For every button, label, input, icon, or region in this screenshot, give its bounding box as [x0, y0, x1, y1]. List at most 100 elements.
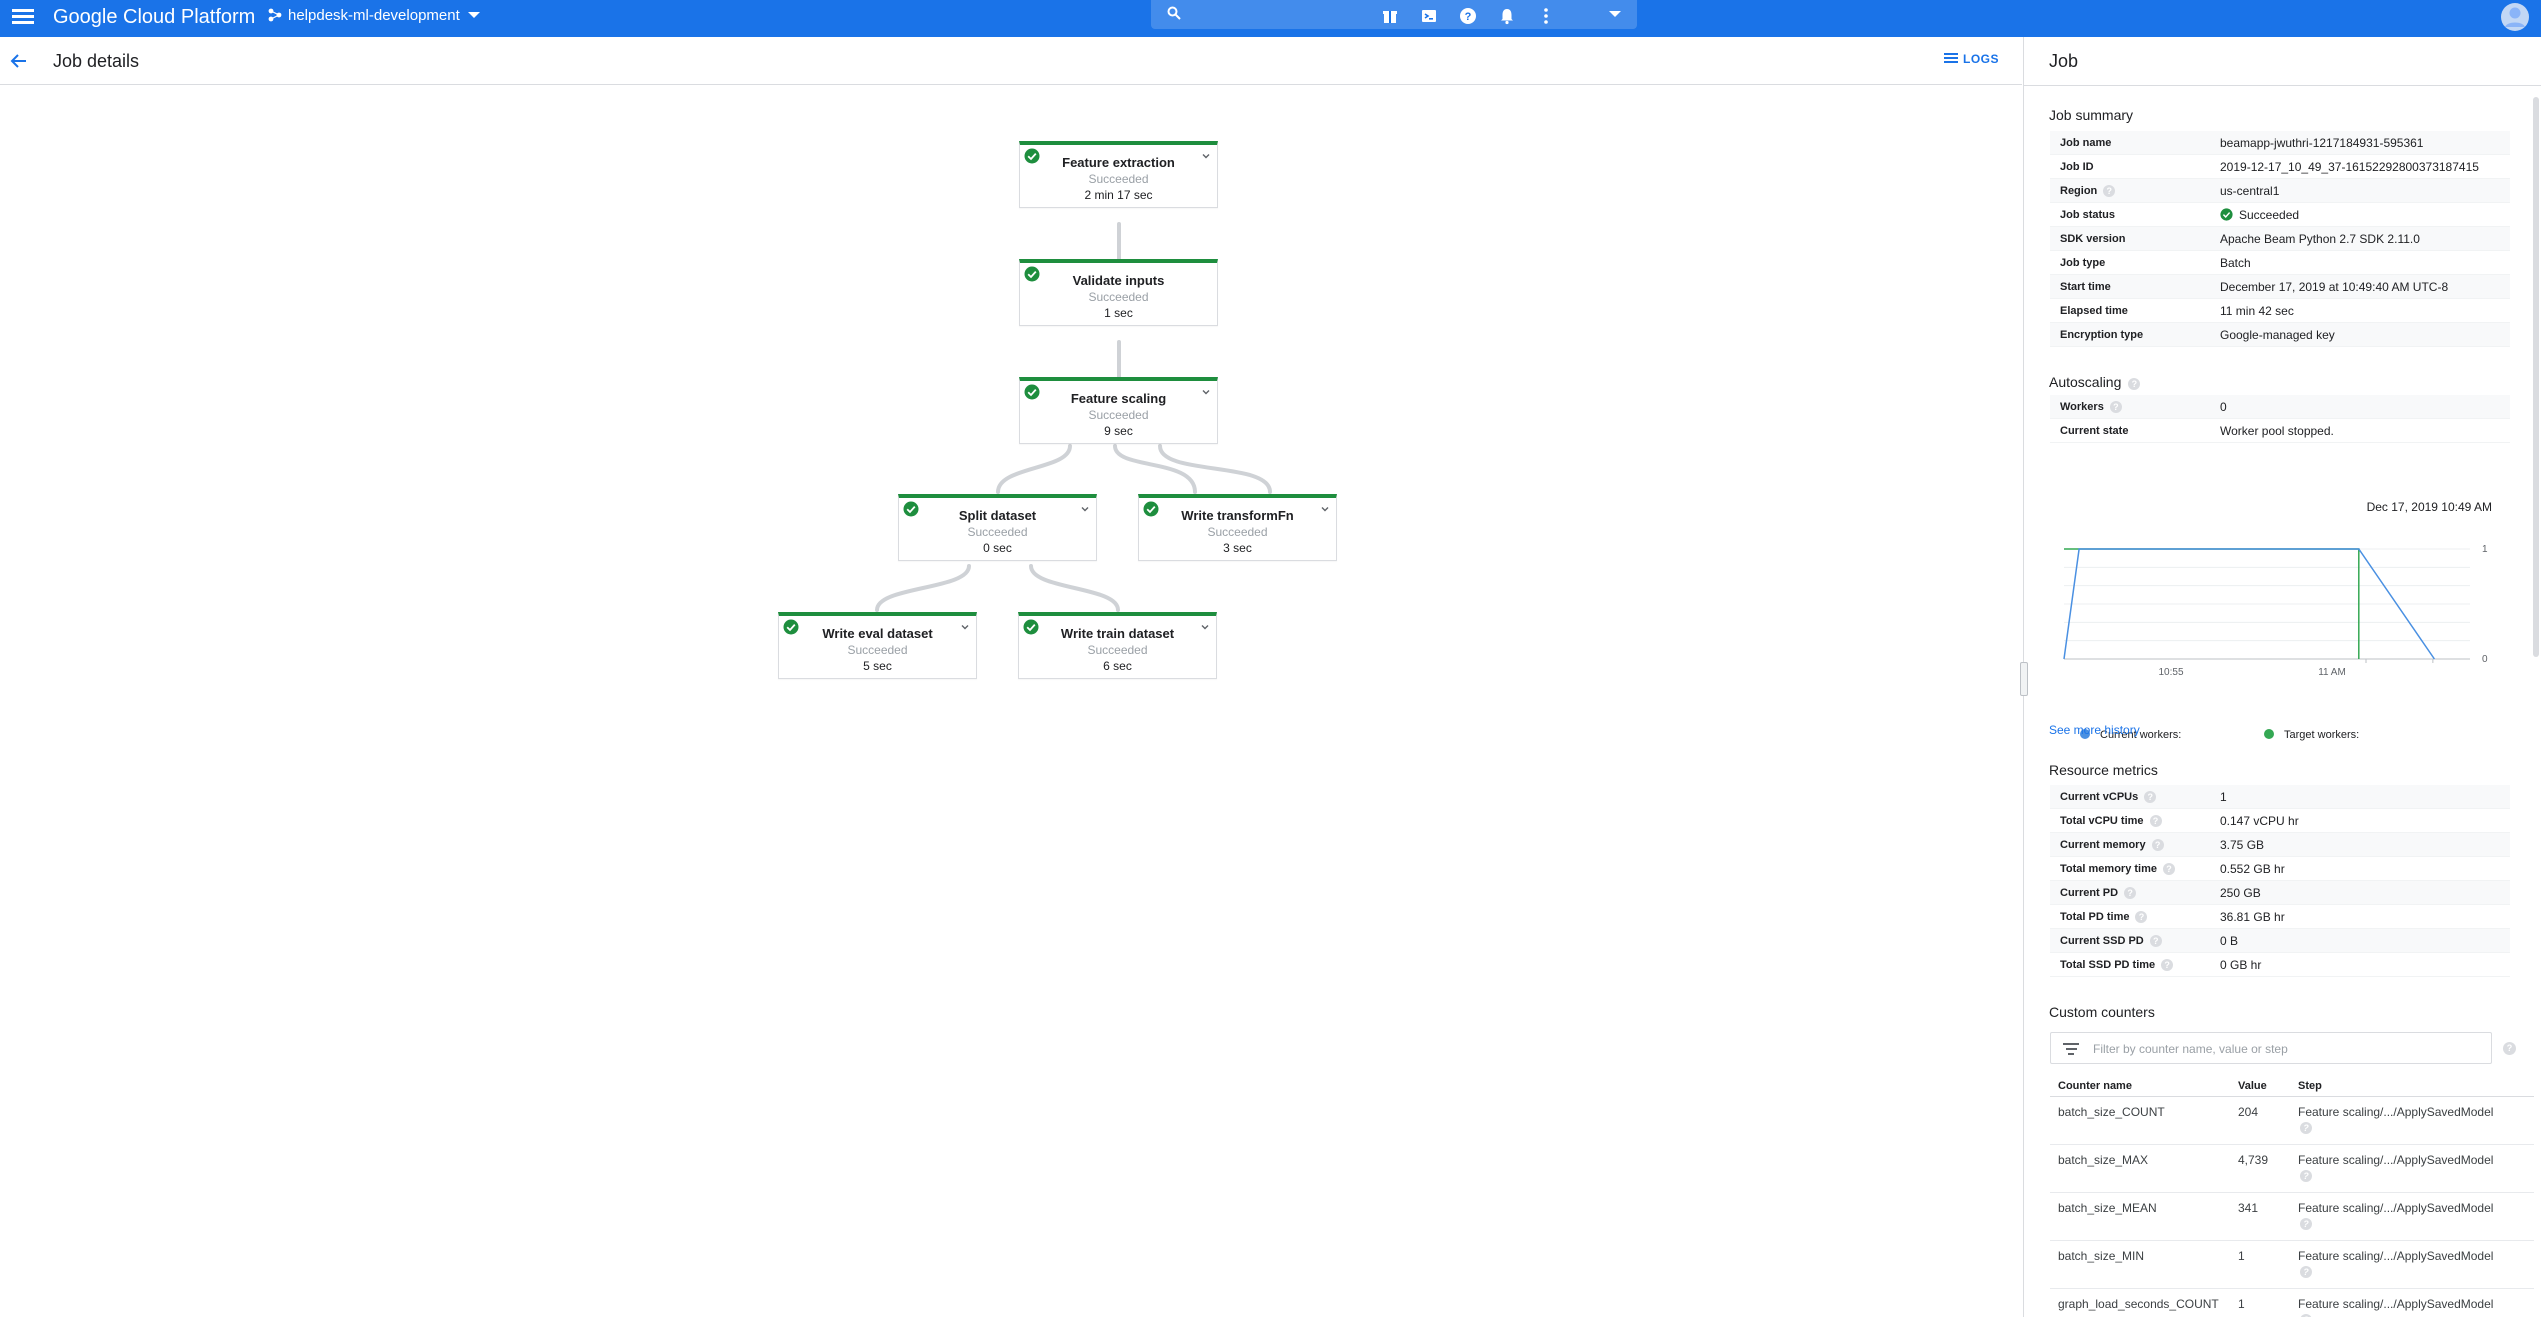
row-key: Start time	[2060, 281, 2111, 293]
graph-node-write-eval-dataset[interactable]: Write eval dataset Succeeded 5 sec	[778, 612, 977, 679]
panel-scrollbar[interactable]	[2533, 97, 2539, 657]
legend-label: Target workers:	[2284, 729, 2360, 741]
row-key-label: Current PD	[2060, 887, 2119, 899]
row-key: Total SSD PD time?	[2060, 959, 2174, 971]
autoscaling-chart: Dec 17, 2019 10:49 AM 10:55 11 AM 1 0 Curre…	[2050, 457, 2530, 757]
graph-edges	[875, 222, 1272, 612]
graph-node-validate-inputs[interactable]: Validate inputs Succeeded 1 sec	[1019, 259, 1218, 326]
metric-row: Total SSD PD time? 0 GB hr	[2050, 953, 2510, 977]
help-icon[interactable]: ?	[2151, 839, 2164, 851]
row-key: Current vCPUs?	[2060, 791, 2157, 803]
node-duration: 3 sec	[1223, 541, 1252, 555]
panel-title: Job	[2049, 51, 2079, 71]
column-header-value[interactable]: Value	[2238, 1080, 2267, 1092]
node-duration: 1 sec	[1104, 306, 1133, 320]
row-key: Current state	[2060, 425, 2129, 437]
table-row[interactable]: batch_size_MAX 4,739 Feature scaling/.../A…	[2050, 1145, 2534, 1193]
counter-value: 204	[2238, 1105, 2259, 1119]
node-name: Split dataset	[958, 508, 1037, 523]
row-value: 0	[2220, 400, 2227, 414]
help-icon[interactable]: ?	[2149, 815, 2162, 827]
legend-dot-green	[2264, 729, 2274, 739]
legend-target-workers: Target workers:	[2264, 729, 2359, 741]
help-icon[interactable]: ?	[2161, 959, 2174, 971]
panel-header-divider	[2024, 85, 2541, 86]
graph-node-feature-extraction[interactable]: Feature extraction Succeeded 2 min 17 se…	[1019, 141, 1218, 208]
graph-node-write-train-dataset[interactable]: Write train dataset Succeeded 6 sec	[1018, 612, 1217, 679]
row-value: Worker pool stopped.	[2220, 424, 2334, 438]
resource-metrics-title: Resource metrics	[2049, 762, 2158, 778]
help-icon[interactable]: ?	[2144, 791, 2157, 803]
graph-node-feature-scaling[interactable]: Feature scaling Succeeded 9 sec	[1019, 377, 1218, 444]
counter-step: Feature scaling/.../ApplySavedModel	[2298, 1105, 2494, 1119]
metric-row: Current PD? 250 GB	[2050, 881, 2510, 905]
table-row[interactable]: batch_size_MIN 1 Feature scaling/.../Apply…	[2050, 1241, 2534, 1289]
svg-text:?: ?	[1465, 11, 1472, 23]
counter-name: batch_size_MAX	[2058, 1153, 2149, 1167]
custom-counters-title: Custom counters	[2049, 1004, 2155, 1020]
counter-step: Feature scaling/.../ApplySavedModel	[2298, 1201, 2494, 1215]
help-icon[interactable]: ?	[2128, 378, 2141, 390]
table-row[interactable]: batch_size_MEAN 341 Feature scaling/.../Ap…	[2050, 1193, 2534, 1241]
node-status: Succeeded	[1207, 525, 1268, 539]
logs-button[interactable]: LOGS	[1944, 52, 1999, 66]
row-value: 2019-12-17_10_49_37-16152292800373187415	[2220, 160, 2479, 174]
search-dropdown-icon[interactable]	[1609, 11, 1621, 17]
main-menu-icon[interactable]	[12, 6, 34, 28]
table-row[interactable]: graph_load_seconds_COUNT 1 Feature scaling…	[2050, 1289, 2534, 1317]
help-icon[interactable]: ?	[2300, 1266, 2312, 1278]
help-icon[interactable]: ?	[2109, 401, 2122, 413]
help-icon[interactable]: ?	[2300, 1218, 2312, 1230]
counter-filter-input[interactable]: Filter by counter name, value or step	[2050, 1032, 2492, 1064]
graph-node-write-transformfn[interactable]: Write transformFn Succeeded 3 sec	[1138, 494, 1337, 561]
product-brand[interactable]: Google Cloud Platform	[53, 4, 255, 30]
counter-value: 4,739	[2238, 1153, 2269, 1167]
check-circle-icon	[2220, 208, 2233, 221]
counter-value: 341	[2238, 1201, 2259, 1215]
custom-counters-table: Counter name Value Step batch_size_COUNT…	[2050, 1075, 2534, 1317]
column-header-step[interactable]: Step	[2298, 1080, 2322, 1092]
cloud-shell-icon[interactable]	[1417, 4, 1441, 28]
project-name: helpdesk-ml-development	[288, 7, 460, 24]
counter-step: Feature scaling/.../ApplySavedModel	[2298, 1297, 2494, 1311]
account-avatar-icon[interactable]	[2500, 2, 2530, 32]
notifications-icon[interactable]	[1495, 4, 1519, 28]
row-value: Apache Beam Python 2.7 SDK 2.11.0	[2220, 232, 2420, 246]
back-arrow-icon[interactable]	[8, 50, 30, 72]
edge-scaling-transform-a	[1113, 444, 1197, 494]
help-icon[interactable]: ?	[2300, 1170, 2312, 1182]
autoscaling-title: Autoscaling?	[2049, 373, 2141, 391]
node-name: Write eval dataset	[822, 626, 933, 641]
help-icon[interactable]: ?	[2149, 935, 2162, 947]
row-key: Current PD?	[2060, 887, 2137, 899]
chart-y-tick-label: 0	[2482, 654, 2488, 665]
graph-node-split-dataset[interactable]: Split dataset Succeeded 0 sec	[898, 494, 1097, 561]
edge-split-eval	[875, 564, 971, 612]
search-icon	[1167, 6, 1181, 20]
chevron-down-icon	[467, 12, 480, 18]
node-name: Feature extraction	[1062, 155, 1175, 170]
help-icon[interactable]: ?	[2103, 185, 2116, 197]
column-header-counter-name[interactable]: Counter name	[2058, 1080, 2132, 1092]
row-key: Workers?	[2060, 401, 2122, 413]
help-icon[interactable]: ?	[2135, 911, 2148, 923]
help-icon[interactable]: ?	[2300, 1122, 2312, 1134]
help-icon[interactable]: ?	[2163, 863, 2175, 875]
node-name: Validate inputs	[1072, 273, 1165, 288]
node-status: Succeeded	[1088, 290, 1149, 304]
row-value: 0.147 vCPU hr	[2220, 814, 2299, 828]
see-more-history-link[interactable]: See more history	[2049, 723, 2140, 737]
summary-row-region: Region? us-central1	[2050, 179, 2510, 203]
job-summary-table: Job name beamapp-jwuthri-1217184931-59536…	[2050, 131, 2510, 347]
row-value: Succeeded	[2220, 208, 2299, 222]
help-icon[interactable]: ?	[1456, 4, 1480, 28]
help-icon[interactable]: ?	[2503, 1042, 2516, 1055]
gift-icon[interactable]	[1378, 4, 1402, 28]
help-icon[interactable]: ?	[2124, 887, 2137, 899]
row-key-label: Region	[2060, 185, 2098, 197]
table-row[interactable]: batch_size_COUNT 204 Feature scaling/.../A…	[2050, 1097, 2534, 1145]
counter-name: graph_load_seconds_COUNT	[2058, 1297, 2219, 1311]
project-selector[interactable]: helpdesk-ml-development	[268, 5, 480, 27]
more-vert-icon[interactable]	[1534, 4, 1558, 28]
summary-row-job-status: Job status Succeeded	[2050, 203, 2510, 227]
